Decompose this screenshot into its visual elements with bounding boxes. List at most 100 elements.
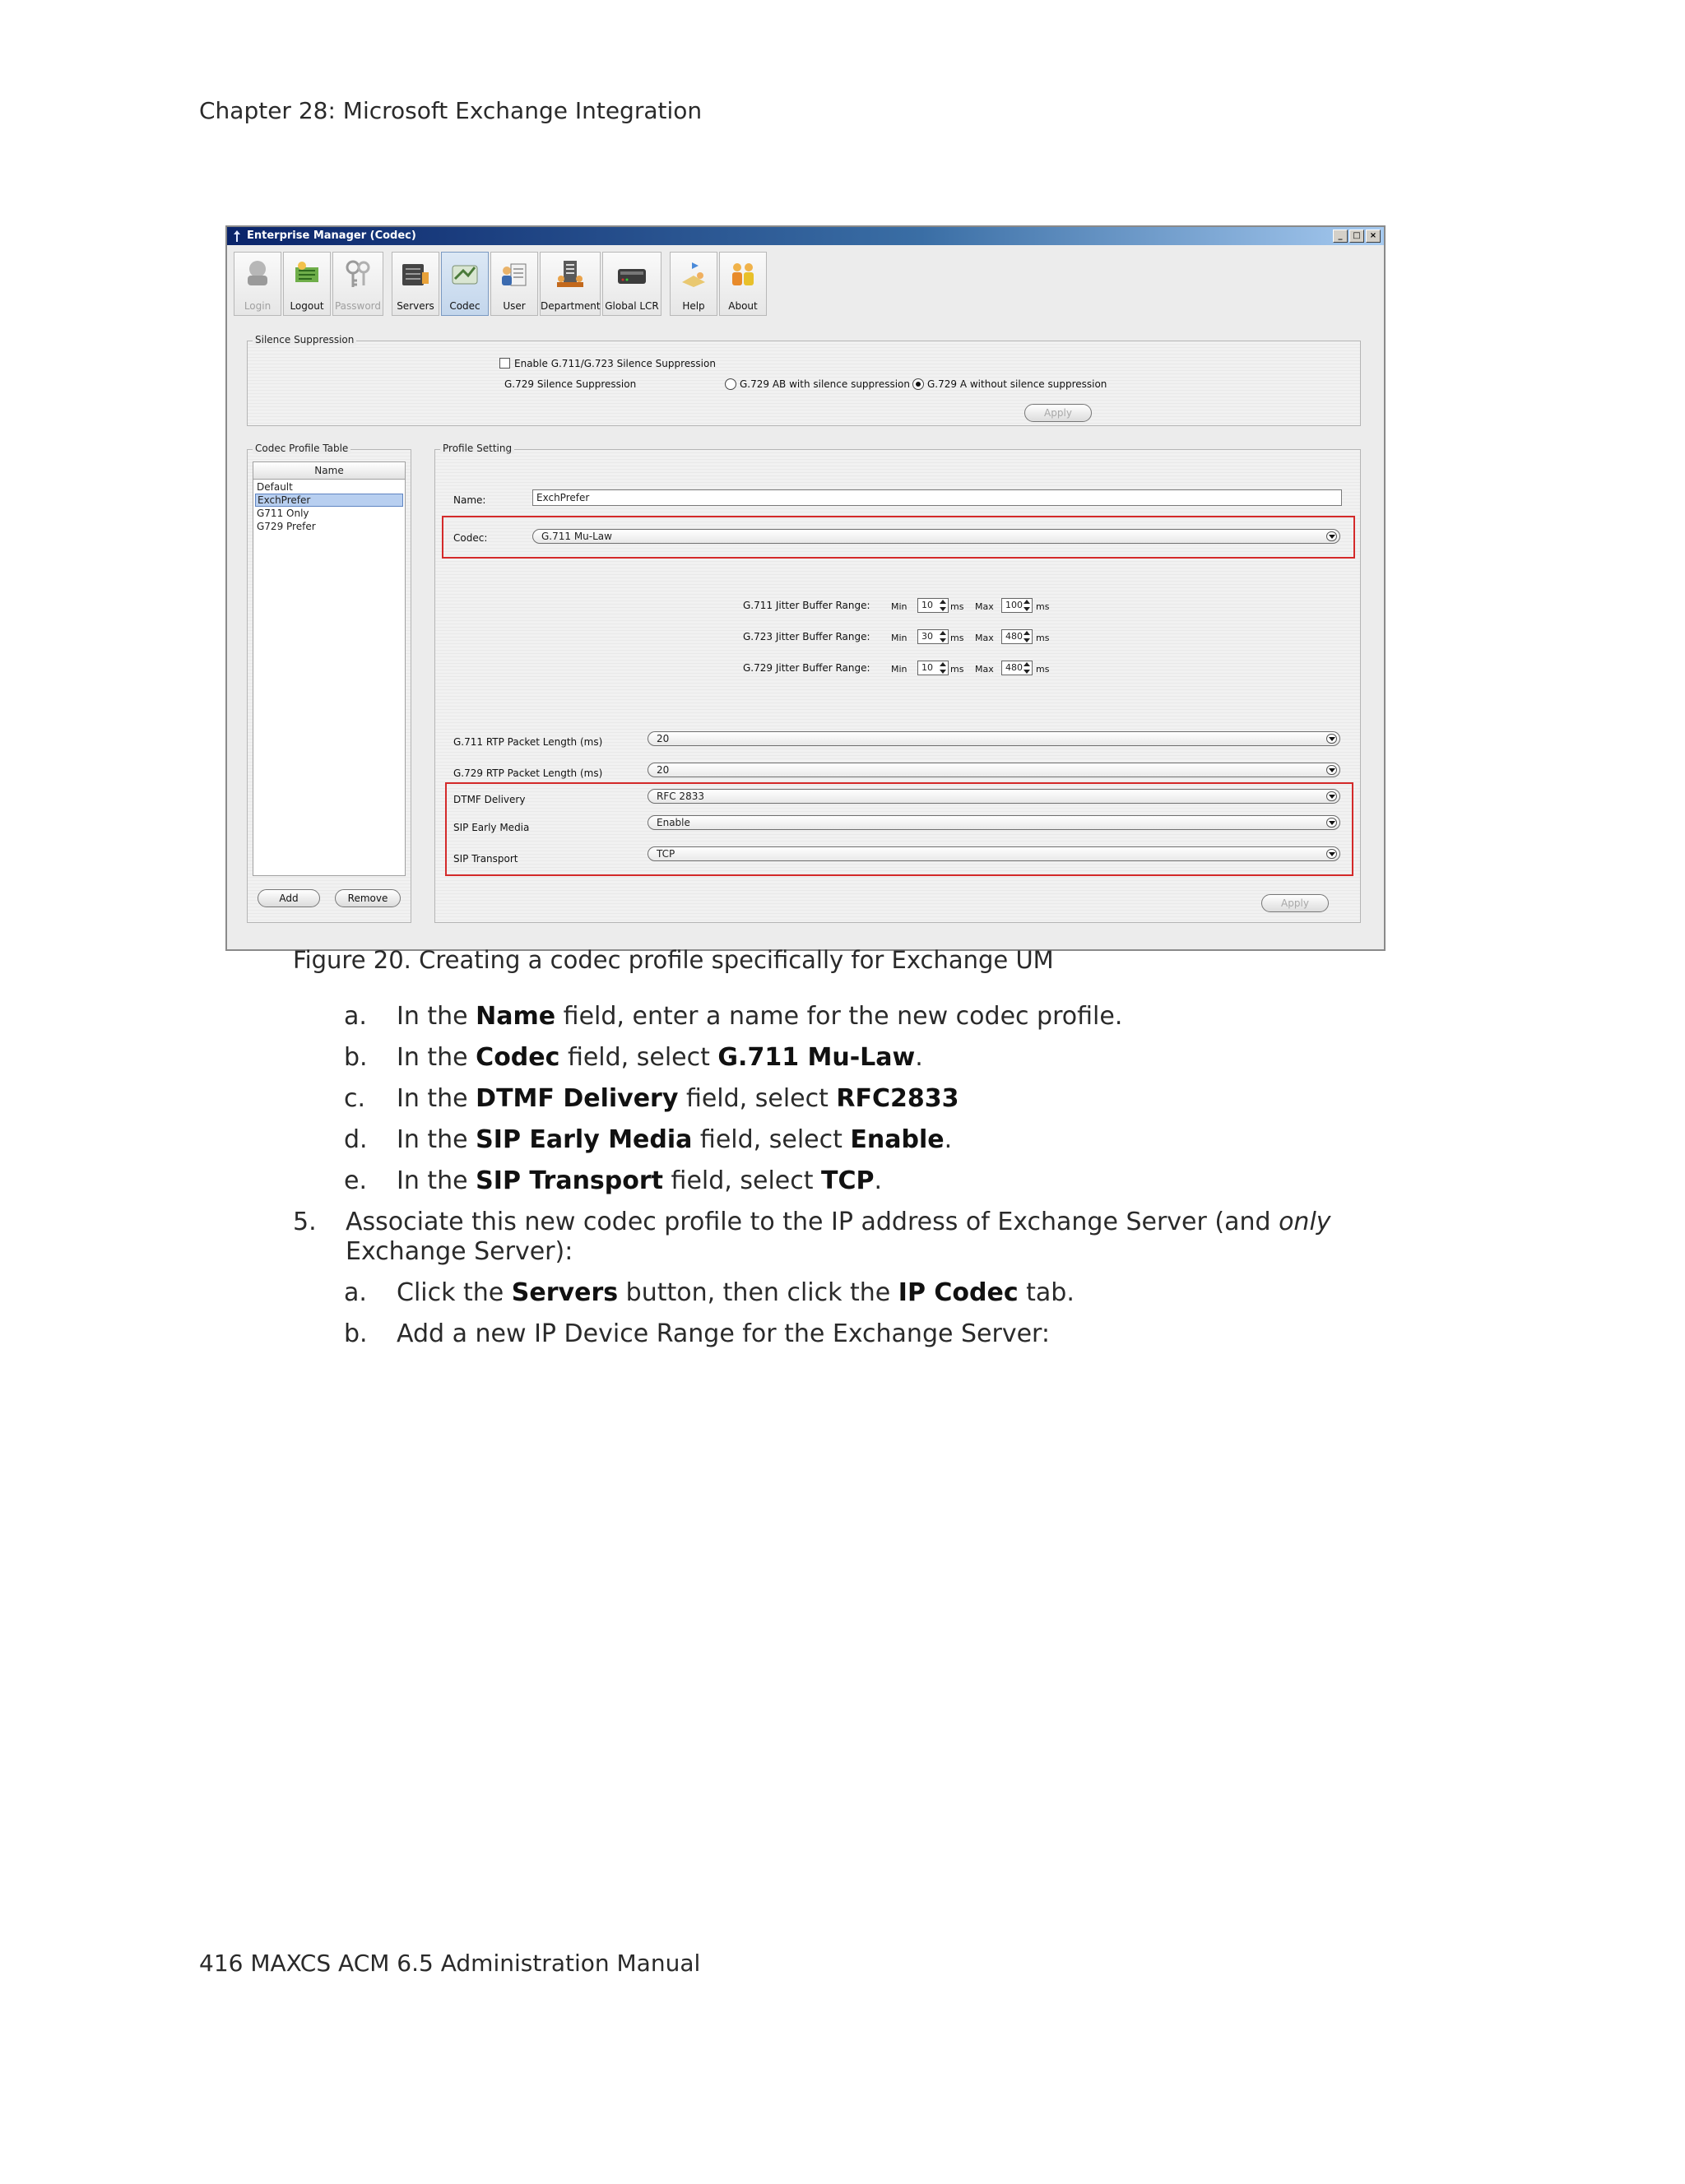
toolbar-label: Login <box>244 300 272 312</box>
add-profile-button[interactable]: Add <box>258 889 320 907</box>
list-item[interactable]: Default <box>255 480 403 494</box>
spinner-value: 480 <box>1005 662 1023 673</box>
codec-combo[interactable]: G.711 Mu-Law <box>532 529 1340 544</box>
enable-silence-checkbox[interactable] <box>499 358 510 369</box>
combo-value: G.711 Mu-Law <box>541 531 612 542</box>
text-run: . <box>915 1043 923 1072</box>
toolbar-servers-button[interactable]: Servers <box>392 252 439 316</box>
sip-early-media-label: SIP Early Media <box>453 822 530 833</box>
min-label: Min <box>891 633 907 643</box>
name-field[interactable]: ExchPrefer <box>532 489 1342 506</box>
spinner-value: 100 <box>1005 600 1023 610</box>
toolbar-password-button[interactable]: Password <box>332 252 383 316</box>
sip-transport-label: SIP Transport <box>453 853 518 865</box>
text-run: tab. <box>1018 1278 1075 1307</box>
g723-max-spinner[interactable]: 480 <box>1001 629 1033 644</box>
spinner-value: 30 <box>921 631 933 642</box>
maximize-button[interactable]: □ <box>1349 230 1364 243</box>
toolbar-global-lcr-button[interactable]: Global LCR <box>602 252 661 316</box>
toolbar-codec-button[interactable]: Codec <box>441 252 489 316</box>
window-titlebar: Enterprise Manager (Codec) _ □ × <box>227 227 1384 245</box>
step-text: In the Name field, enter a name for the … <box>397 1002 1122 1031</box>
list-item[interactable]: G729 Prefer <box>255 520 403 533</box>
toolbar-help-button[interactable]: Help <box>670 252 717 316</box>
user-icon <box>502 263 527 286</box>
spinner-arrows-icon[interactable] <box>939 631 947 642</box>
chevron-down-icon[interactable] <box>1326 849 1337 859</box>
list-item[interactable]: G711 Only <box>255 507 403 520</box>
toolbar-about-button[interactable]: About <box>719 252 767 316</box>
step-text: Exchange Server): <box>346 1237 573 1266</box>
g711-min-spinner[interactable]: 10 <box>917 598 949 613</box>
step-marker: b. <box>344 1319 368 1348</box>
combo-value: RFC 2833 <box>657 791 704 802</box>
toolbar-department-button[interactable]: Department <box>540 252 601 316</box>
name-label: Name: <box>453 494 486 506</box>
toolbar-label: Global LCR <box>605 300 659 312</box>
sip-transport-combo[interactable]: TCP <box>648 846 1340 861</box>
spinner-value: 10 <box>921 600 933 610</box>
bold-run: IP Codec <box>898 1278 1019 1307</box>
bold-run: SIP Transport <box>476 1166 664 1195</box>
text-run: Click the <box>397 1278 512 1307</box>
bold-run: Name <box>476 1002 556 1031</box>
combo-value: 20 <box>657 764 670 776</box>
step-text: Associate this new codec profile to the … <box>346 1208 1331 1236</box>
silence-apply-button[interactable]: Apply <box>1024 404 1092 422</box>
g723-min-spinner[interactable]: 30 <box>917 629 949 644</box>
bold-run: SIP Early Media <box>476 1125 693 1154</box>
chevron-down-icon[interactable] <box>1326 818 1337 828</box>
text-run: button, then click the <box>618 1278 898 1307</box>
chevron-down-icon[interactable] <box>1326 791 1337 801</box>
bold-run: Codec <box>476 1043 560 1072</box>
step-text: Add a new IP Device Range for the Exchan… <box>397 1319 1050 1348</box>
step-text: In the SIP Early Media field, select Ena… <box>397 1125 952 1154</box>
italic-run: only <box>1279 1208 1331 1236</box>
dtmf-combo[interactable]: RFC 2833 <box>648 789 1340 804</box>
spinner-arrows-icon[interactable] <box>1023 600 1031 611</box>
g723-jitter-label: G.723 Jitter Buffer Range: <box>743 631 870 642</box>
spinner-arrows-icon[interactable] <box>1023 631 1031 642</box>
close-button[interactable]: × <box>1366 230 1381 243</box>
g711-rtp-combo[interactable]: 20 <box>648 731 1340 746</box>
text-run: . <box>944 1125 953 1154</box>
ms-label: ms <box>950 601 964 612</box>
spinner-arrows-icon[interactable] <box>939 600 947 611</box>
combo-value: Enable <box>657 817 690 828</box>
toolbar-logout-button[interactable]: Logout <box>283 252 331 316</box>
g729-min-spinner[interactable]: 10 <box>917 661 949 675</box>
list-item[interactable]: ExchPrefer <box>255 494 403 507</box>
remove-profile-button[interactable]: Remove <box>335 889 401 907</box>
step-text: In the SIP Transport field, select TCP. <box>397 1166 882 1195</box>
toolbar-label: Password <box>334 300 382 312</box>
chevron-down-icon[interactable] <box>1326 765 1337 775</box>
text-run: In the <box>397 1002 476 1031</box>
max-label: Max <box>975 601 994 612</box>
app-icon <box>234 230 240 242</box>
sip-early-media-combo[interactable]: Enable <box>648 815 1340 830</box>
codec-label: Codec: <box>453 532 488 544</box>
max-label: Max <box>975 664 994 675</box>
minimize-button[interactable]: _ <box>1333 230 1348 243</box>
g729-a-radio[interactable] <box>912 378 924 390</box>
chevron-down-icon[interactable] <box>1326 734 1337 744</box>
step-marker: d. <box>344 1125 368 1154</box>
text-run: In the <box>397 1043 476 1072</box>
spinner-arrows-icon[interactable] <box>939 662 947 674</box>
group-title: Silence Suppression <box>253 334 357 345</box>
profile-apply-button[interactable]: Apply <box>1261 894 1329 912</box>
g729-rtp-combo[interactable]: 20 <box>648 763 1340 777</box>
list-column-header[interactable]: Name <box>253 462 405 480</box>
toolbar-label: About <box>728 300 758 312</box>
spinner-arrows-icon[interactable] <box>1023 662 1031 674</box>
toolbar-user-button[interactable]: User <box>490 252 538 316</box>
toolbar-login-button[interactable]: Login <box>234 252 281 316</box>
profile-list: Name Default ExchPrefer G711 Only G729 P… <box>253 461 406 876</box>
window-title: Enterprise Manager (Codec) <box>247 230 416 242</box>
chevron-down-icon[interactable] <box>1326 531 1337 541</box>
g729-ab-radio[interactable] <box>725 378 736 390</box>
g711-max-spinner[interactable]: 100 <box>1001 598 1033 613</box>
ms-label: ms <box>1036 601 1050 612</box>
g729-max-spinner[interactable]: 480 <box>1001 661 1033 675</box>
chapter-header: Chapter 28: Microsoft Exchange Integrati… <box>199 97 703 124</box>
